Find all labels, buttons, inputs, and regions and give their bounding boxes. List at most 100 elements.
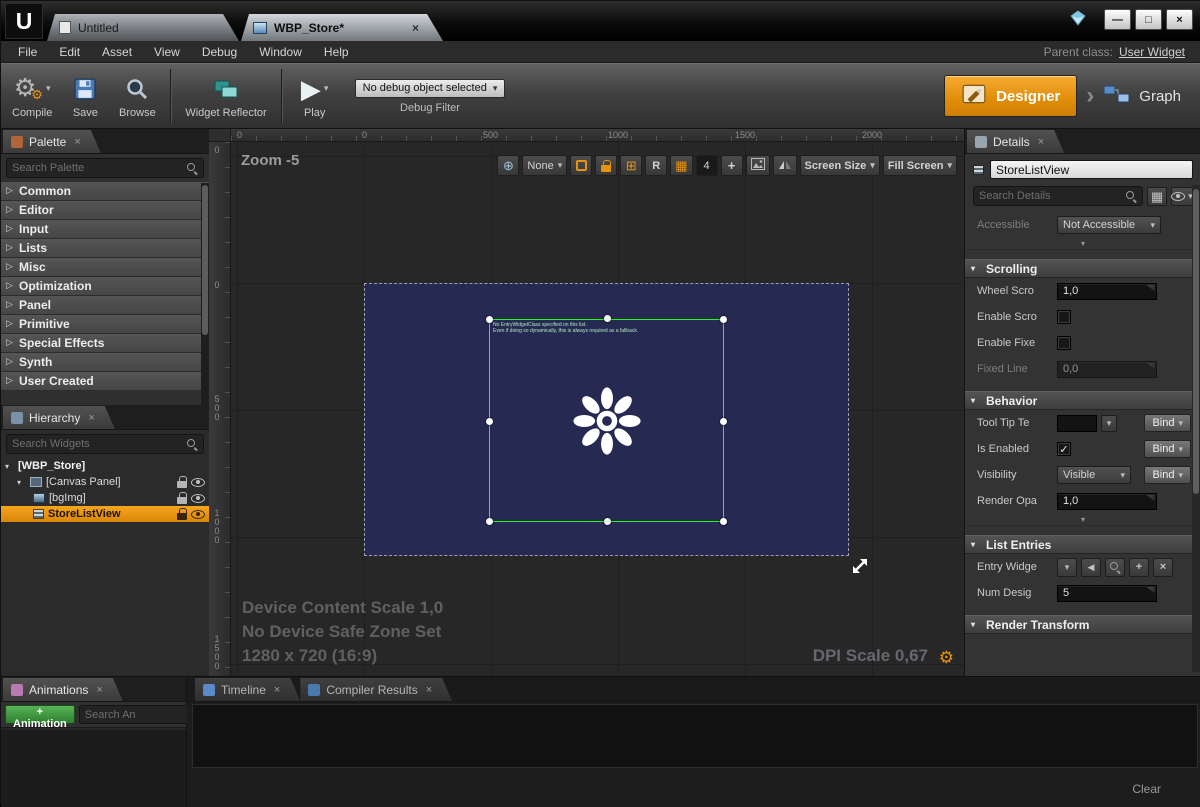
- menu-edit[interactable]: Edit: [48, 41, 91, 62]
- browse-to-asset-button[interactable]: [1105, 558, 1125, 577]
- menu-view[interactable]: View: [143, 41, 191, 62]
- maximize-button[interactable]: □: [1135, 9, 1162, 30]
- fill-screen-dropdown[interactable]: Fill Screen▾: [883, 155, 957, 176]
- num-designer-input[interactable]: 5: [1057, 585, 1157, 602]
- menu-help[interactable]: Help: [313, 41, 360, 62]
- flip-preview-button[interactable]: [773, 155, 797, 176]
- debug-object-dropdown[interactable]: No debug object selected ▾: [355, 79, 506, 98]
- tooltip-bind-button[interactable]: Bind▾: [1144, 414, 1191, 432]
- property-matrix-button[interactable]: ▦: [1147, 187, 1167, 206]
- menu-window[interactable]: Window: [248, 41, 313, 62]
- widget-preview-canvas[interactable]: No EntryWidgetClass specified on this li…: [364, 283, 849, 556]
- close-icon[interactable]: ×: [74, 136, 80, 148]
- resize-handle-top-right[interactable]: [720, 316, 727, 323]
- tab-timeline[interactable]: Timeline ×: [195, 678, 300, 701]
- palette-category-misc[interactable]: ▷Misc: [1, 258, 209, 277]
- is-enabled-checkbox[interactable]: [1057, 442, 1071, 456]
- details-search-input[interactable]: [979, 190, 1121, 202]
- menu-file[interactable]: File: [7, 41, 48, 62]
- palette-scrollbar[interactable]: [201, 183, 209, 405]
- object-name-input[interactable]: [990, 160, 1193, 179]
- palette-category-editor[interactable]: ▷Editor: [1, 201, 209, 220]
- designer-mode-button[interactable]: Designer: [944, 75, 1077, 117]
- compile-button[interactable]: ⚙ ⚙ ▾ Compile: [5, 66, 59, 126]
- section-list-entries[interactable]: ▾ List Entries: [965, 535, 1200, 554]
- dpi-settings-gear-icon[interactable]: ⚙: [939, 649, 954, 666]
- clear-entry-button[interactable]: ×: [1153, 558, 1173, 577]
- hierarchy-row-storelistview[interactable]: StoreListView: [1, 506, 209, 522]
- grid-snap-toggle-button[interactable]: ▦: [670, 155, 692, 176]
- palette-category-input[interactable]: ▷Input: [1, 220, 209, 239]
- details-scrollbar[interactable]: [1192, 185, 1200, 672]
- visibility-bind-button[interactable]: Bind▾: [1144, 466, 1191, 484]
- save-button[interactable]: Save: [59, 66, 111, 126]
- palette-category-panel[interactable]: ▷Panel: [1, 296, 209, 315]
- close-icon[interactable]: ×: [412, 22, 419, 34]
- hierarchy-row-canvas-panel[interactable]: ▾ [Canvas Panel]: [1, 474, 209, 490]
- chevron-down-icon[interactable]: ▾: [46, 84, 51, 93]
- hierarchy-row-wbp-store[interactable]: ▾ [WBP_Store]: [1, 458, 209, 474]
- preview-background-button[interactable]: [746, 155, 770, 176]
- visibility-eye-icon[interactable]: [191, 494, 205, 503]
- designer-canvas-area[interactable]: Zoom -5 ⊕ None▾ ⊞ R ▦ 4 +: [231, 142, 964, 676]
- visibility-eye-icon[interactable]: [191, 478, 205, 487]
- resize-handle-right[interactable]: [720, 418, 727, 425]
- wheel-scroll-input[interactable]: 1,0: [1057, 283, 1157, 300]
- advanced-expander[interactable]: ▾: [965, 514, 1200, 526]
- palette-category-primitive[interactable]: ▷Primitive: [1, 315, 209, 334]
- palette-category-optimization[interactable]: ▷Optimization: [1, 277, 209, 296]
- expander-icon[interactable]: ▾: [5, 462, 14, 471]
- fixed-line-input[interactable]: 0,0: [1057, 361, 1157, 378]
- visibility-dropdown[interactable]: Visible ▾: [1057, 466, 1131, 484]
- close-icon[interactable]: ×: [96, 684, 102, 696]
- enable-fixed-checkbox[interactable]: [1057, 336, 1071, 350]
- document-tab-wbp-store[interactable]: WBP_Store* ×: [241, 14, 443, 41]
- resize-handle-top[interactable]: [604, 315, 611, 322]
- palette-category-lists[interactable]: ▷Lists: [1, 239, 209, 258]
- minimize-button[interactable]: —: [1104, 9, 1131, 30]
- screen-size-dropdown[interactable]: Screen Size▾: [800, 155, 880, 176]
- close-window-button[interactable]: ×: [1166, 9, 1193, 30]
- palette-category-common[interactable]: ▷Common: [1, 182, 209, 201]
- play-button[interactable]: ▶ ▾ Play: [289, 66, 341, 126]
- timeline-track-area[interactable]: [192, 704, 1198, 768]
- scrollbar-thumb[interactable]: [1193, 189, 1199, 494]
- resize-handle-left[interactable]: [486, 418, 493, 425]
- lock-icon[interactable]: [177, 508, 187, 520]
- outline-toggle-button[interactable]: [570, 155, 592, 176]
- resize-fit-button[interactable]: +: [721, 155, 743, 176]
- palette-search-input[interactable]: [12, 162, 182, 174]
- tab-hierarchy[interactable]: Hierarchy ×: [3, 406, 115, 429]
- tab-palette[interactable]: Palette ×: [3, 130, 101, 153]
- enable-scroll-checkbox[interactable]: [1057, 310, 1071, 324]
- graph-mode-button[interactable]: Graph: [1103, 82, 1181, 110]
- tooltip-text-input[interactable]: [1057, 415, 1097, 432]
- resize-handle-top-left[interactable]: [486, 316, 493, 323]
- expander-icon[interactable]: ▾: [17, 478, 26, 487]
- chevron-down-icon[interactable]: ▾: [324, 84, 329, 93]
- menu-debug[interactable]: Debug: [191, 41, 248, 62]
- advanced-expander[interactable]: ▾: [965, 238, 1200, 250]
- palette-category-synth[interactable]: ▷Synth: [1, 353, 209, 372]
- snap-small-grid-button[interactable]: ⊞: [620, 155, 642, 176]
- is-enabled-bind-button[interactable]: Bind▾: [1144, 440, 1191, 458]
- tab-details[interactable]: Details ×: [967, 130, 1064, 153]
- view-options-button[interactable]: ▾: [1171, 187, 1193, 206]
- section-scrolling[interactable]: ▾ Scrolling: [965, 259, 1200, 278]
- close-icon[interactable]: ×: [88, 412, 94, 424]
- widget-reflector-button[interactable]: Widget Reflector: [178, 66, 273, 126]
- use-selected-button[interactable]: ◀: [1081, 558, 1101, 577]
- resize-handle-bottom-right[interactable]: [720, 518, 727, 525]
- scrollbar-thumb[interactable]: [202, 185, 208, 335]
- render-opacity-input[interactable]: 1,0: [1057, 493, 1157, 510]
- resize-handle-bottom-left[interactable]: [486, 518, 493, 525]
- visibility-eye-icon[interactable]: [191, 510, 205, 519]
- document-tab-untitled[interactable]: Untitled: [47, 14, 239, 41]
- section-behavior[interactable]: ▾ Behavior: [965, 391, 1200, 410]
- accessible-dropdown[interactable]: Not Accessible ▾: [1057, 216, 1161, 234]
- parent-class-link[interactable]: User Widget: [1119, 45, 1185, 59]
- tab-animations[interactable]: Animations ×: [3, 678, 123, 701]
- close-icon[interactable]: ×: [1038, 136, 1044, 148]
- close-icon[interactable]: ×: [426, 684, 432, 696]
- section-render-transform[interactable]: ▾ Render Transform: [965, 615, 1200, 634]
